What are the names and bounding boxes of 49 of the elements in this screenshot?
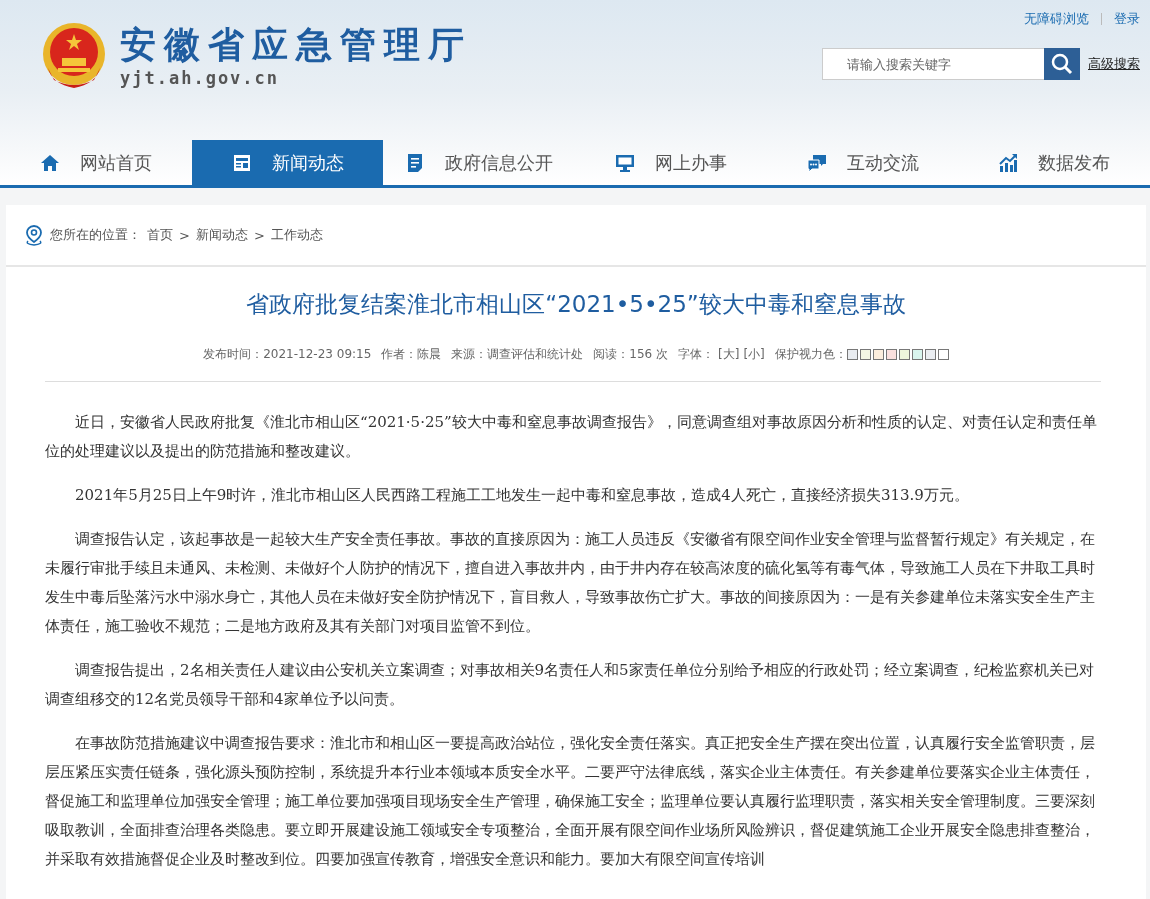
nav-tab[interactable]: 互动交流 bbox=[766, 140, 959, 185]
color-swatch[interactable] bbox=[911, 349, 923, 360]
color-swatch[interactable] bbox=[859, 349, 871, 360]
color-swatch[interactable] bbox=[937, 349, 949, 360]
search-field[interactable]: 请输入搜索关键字 bbox=[822, 48, 1044, 80]
article-title: 省政府批复结案淮北市相山区“2021•5•25”较大中毒和窒息事故 bbox=[245, 290, 907, 319]
site-title: 安徽省应急管理厅 bbox=[120, 24, 472, 66]
color-swatch[interactable] bbox=[924, 349, 936, 360]
article-meta: 发布时间：2021-12-23 09:15 bbox=[203, 346, 372, 363]
article-paragraph: 在事故防范措施建议中调查报告要求：淮北市和相山区一要提高政治站位，强化安全责任落实。真正把安全生产摆在突出位置，认真履行安全监管职责，层层压紧压实责任链条，强化源头预防控制，系统提升本行业本领域本质安全水平。二要严守法律底线，落实企业主体责任。有关参建单位要落实企业主体责任，督促施工和监理单位加强安全管理；施工单位要加强项目现场安全生产管理，确保施工安全；监理单位要认真履行监理职责，落实相关安全管理制度。三要深刻吸取教训，全面排查治理各类隐患。要立即开展建设施工领域安全专项整治，全面开展有限空间作业场所风险辨识，督促建筑施工企业开展安全隐患排查整治，并采取有效措施督促企业及时整改到位。四要加强宣传教育，增强安全意识和能力。要加大有限空间宣传培训 bbox=[45, 733, 1096, 870]
color-swatch[interactable] bbox=[898, 349, 910, 360]
national-emblem-icon bbox=[42, 22, 106, 90]
bar-chart-icon bbox=[998, 152, 1019, 173]
font-size-link[interactable]: [大] bbox=[718, 346, 740, 363]
login-link[interactable]: 登录 bbox=[1114, 10, 1140, 28]
article-paragraph: 2021年5月25日上午9时许，淮北市相山区人民西路工程施工工地发生一起中毒和窒息事故，造成4人死亡，直接经济损失313.9万元。 bbox=[74, 485, 970, 506]
article-meta: 阅读：156 次 bbox=[593, 346, 669, 363]
breadcrumb-label: 您所在的位置： bbox=[50, 226, 141, 244]
article-paragraph: 调查报告认定，该起事故是一起较大生产安全责任事故。事故的直接原因为：施工人员违反《安徽省有限空间作业安全管理与监督暂行规定》有关规定，在未履行审批手续且未通风、未检测、未做好个人防护的情况下，擅自进入事故井内，由于井内存在较高浓度的硫化氢等有毒气体，导致施工人员在下井取工具时发生中毒后坠落污水中溺水身亡，其他人员在未做好安全防护情况下，盲目救人，导致事故伤亡扩大。事故的间接原因为：一是有关参建单位未落实安全生产主体责任，施工验收不规范；二是地方政府及其有关部门对项目监管不到位。 bbox=[45, 529, 1096, 637]
search-button[interactable] bbox=[1044, 48, 1080, 80]
breadcrumb-separator: > bbox=[179, 227, 190, 243]
home-icon bbox=[39, 152, 60, 173]
site-domain: yjt.ah.gov.cn bbox=[120, 68, 281, 88]
article-paragraph: 调查报告提出，2名相关责任人建议由公安机关立案调查；对事故相关9名责任人和5家责任单位分别给予相应的行政处罚；经立案调查，纪检监察机关已对调查组移交的12名党员领导干部和4家单位予以问责。 bbox=[45, 660, 1095, 710]
accessibility-link[interactable]: 无障碍浏览 bbox=[1024, 10, 1089, 28]
monitor-icon bbox=[614, 152, 635, 173]
article-paragraph: 近日，安徽省人民政府批复《淮北市相山区“2021·5·25”较大中毒和窒息事故调查报告》，同意调查组对事故原因分析和性质的认定、对责任认定和责任单位的处理建议以及提出的防范措施和整改建议。 bbox=[45, 412, 1098, 462]
nav-tab[interactable]: 新闻动态 bbox=[191, 140, 384, 185]
nav-tab[interactable]: 数据发布 bbox=[958, 140, 1150, 185]
location-pin-icon bbox=[24, 224, 44, 246]
breadcrumb-link[interactable]: 新闻动态 bbox=[195, 226, 248, 244]
chat-bubbles-icon bbox=[806, 152, 827, 173]
nav-tab[interactable]: 政府信息公开 bbox=[383, 140, 575, 185]
breadcrumb-link[interactable]: 首页 bbox=[147, 226, 173, 244]
newspaper-icon bbox=[231, 152, 252, 173]
eye-color-label: 保护视力色： bbox=[774, 346, 847, 363]
font-size-label: 字体： bbox=[678, 346, 715, 363]
article-meta: 来源：调查评估和统计处 bbox=[451, 346, 584, 363]
color-swatch[interactable] bbox=[885, 349, 897, 360]
advanced-search-link[interactable]: 高级搜索 bbox=[1088, 55, 1140, 73]
nav-tab[interactable]: 网站首页 bbox=[0, 140, 192, 185]
color-swatch[interactable] bbox=[846, 349, 858, 360]
search-icon bbox=[1050, 52, 1074, 76]
nav-tab[interactable]: 网上办事 bbox=[575, 140, 767, 185]
color-swatch[interactable] bbox=[872, 349, 884, 360]
breadcrumb-link[interactable]: 工作动态 bbox=[270, 226, 323, 244]
article-meta: 作者：陈晨 bbox=[381, 346, 442, 363]
breadcrumb-separator: > bbox=[253, 227, 265, 243]
font-size-link[interactable]: [小] bbox=[743, 346, 765, 363]
